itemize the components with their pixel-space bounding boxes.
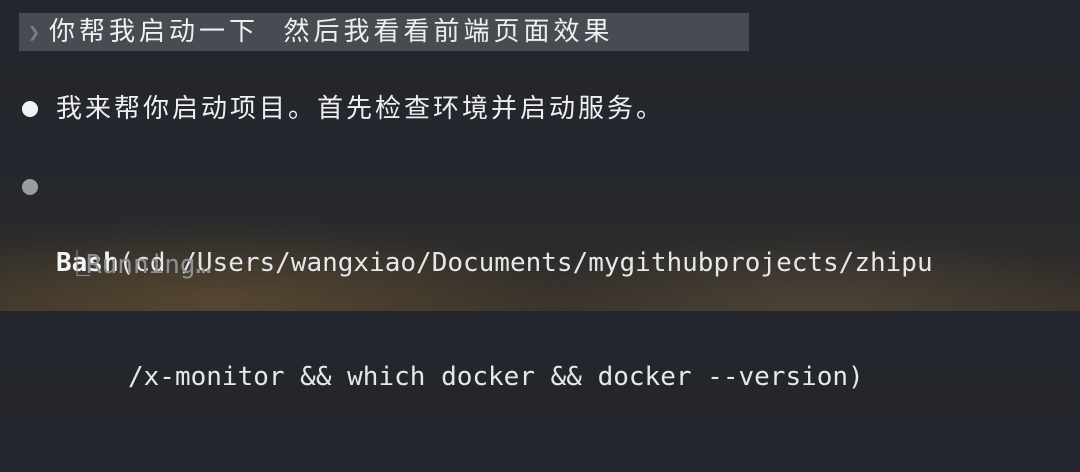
tool-status: ⎿ Running…: [64, 246, 211, 284]
tool-call-command: Bash(cd /Users/wangxiao/Documents/mygith…: [56, 168, 933, 472]
assistant-message-text: 我来帮你启动项目。首先检查环境并启动服务。: [56, 94, 666, 124]
user-prompt: ❯ 你帮我启动一下 然后我看看前端页面效果: [19, 13, 749, 51]
user-prompt-text: 你帮我启动一下 然后我看看前端页面效果: [49, 17, 614, 47]
status-text: Running…: [86, 250, 212, 280]
message-bullet-icon: [22, 101, 38, 117]
prompt-chevron-icon: ❯: [27, 20, 41, 44]
assistant-message: 我来帮你启动项目。首先检查环境并启动服务。: [22, 90, 665, 128]
tool-call: Bash(cd /Users/wangxiao/Documents/mygith…: [22, 168, 933, 472]
tool-args-line-1: (cd /Users/wangxiao/Documents/mygithubpr…: [118, 248, 933, 278]
tool-args-line-2: /x-monitor && which docker && docker --v…: [128, 362, 864, 392]
output-corner-icon: ⎿: [64, 250, 91, 280]
tool-status-bullet-icon: [22, 179, 38, 195]
